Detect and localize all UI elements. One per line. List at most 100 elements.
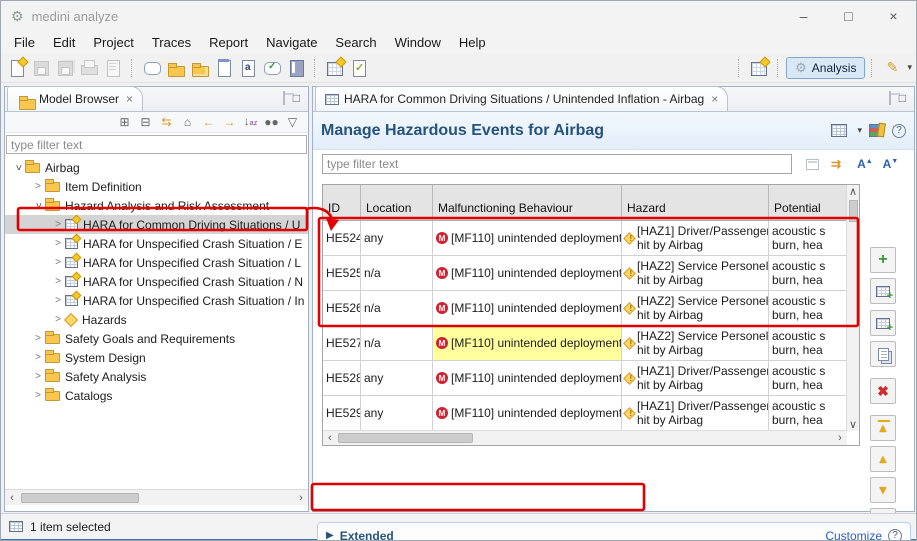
maximize-button[interactable]: □ [826, 1, 871, 31]
move-top-button[interactable]: ▲ [870, 415, 896, 441]
tree-expander-icon[interactable]: > [51, 219, 65, 230]
menu-window[interactable]: Window [386, 33, 450, 52]
tree-expander-icon[interactable]: > [31, 181, 45, 192]
tree-expander-icon[interactable]: > [51, 257, 65, 268]
checklist-button[interactable] [347, 56, 371, 80]
view-minimize-button[interactable] [283, 92, 285, 104]
menu-traces[interactable]: Traces [143, 33, 200, 52]
tree-expander-icon[interactable]: > [31, 390, 45, 401]
table-horizontal-scrollbar[interactable]: ‹ › [323, 430, 847, 445]
table-row[interactable]: HE529any[MF110] unintended deployment[HA… [323, 396, 859, 431]
table-filter-input[interactable] [322, 154, 792, 174]
editor-maximize-button[interactable]: □ [899, 91, 906, 105]
move-up-button[interactable]: ▲ [870, 446, 896, 472]
annotation-button[interactable] [236, 56, 260, 80]
new-button[interactable] [5, 56, 29, 80]
tree-item[interactable]: >HARA for Unspecified Crash Situation / … [5, 272, 308, 291]
back-icon[interactable]: ← [199, 113, 218, 132]
table-row[interactable]: HE525n/a[MF110] unintended deployment[HA… [323, 256, 859, 291]
menu-file[interactable]: File [5, 33, 44, 52]
report-books-icon[interactable] [869, 124, 885, 137]
model-browser-filter-input[interactable] [6, 135, 307, 154]
new-table-button[interactable] [323, 56, 347, 80]
model-browser-tab[interactable]: Model Browser × [7, 86, 143, 111]
expand-all-icon[interactable]: ⊞ [115, 113, 134, 132]
customize-link[interactable]: Customize [825, 529, 882, 541]
collapse-filter-icon[interactable] [806, 159, 819, 170]
tree-horizontal-scrollbar[interactable]: ‹ › [5, 489, 308, 505]
menu-report[interactable]: Report [200, 33, 257, 52]
add-row-below-button[interactable] [870, 310, 896, 336]
open-perspective-button[interactable] [747, 56, 771, 80]
menu-help[interactable]: Help [450, 33, 495, 52]
minimize-button[interactable]: – [781, 1, 826, 31]
pin-dropdown-caret-icon[interactable]: ▾ [907, 62, 912, 73]
table-row[interactable]: HE527n/a[MF110] unintended deployment[HA… [323, 326, 859, 361]
menu-navigate[interactable]: Navigate [257, 33, 326, 52]
view-menu-icon[interactable]: ▽ [283, 113, 302, 132]
view-maximize-button[interactable]: □ [293, 91, 300, 105]
link-with-editor-icon[interactable]: ⇆ [157, 113, 176, 132]
scroll-right-icon[interactable]: › [294, 492, 308, 504]
model-browser-tab-close-icon[interactable]: × [126, 92, 133, 106]
sort-icon[interactable]: ↓az [241, 112, 260, 133]
close-button[interactable]: × [871, 1, 916, 31]
scrollbar-thumb[interactable] [849, 200, 858, 222]
move-down-button[interactable]: ▼ [870, 477, 896, 503]
table-row[interactable]: HE524any[MF110] unintended deployment[HA… [323, 221, 859, 256]
tree-item[interactable]: >HARA for Common Driving Situations / U [5, 215, 308, 234]
editor-tab[interactable]: HARA for Common Driving Situations / Uni… [315, 86, 728, 111]
scroll-left-icon[interactable]: ‹ [323, 432, 337, 444]
scrollbar-thumb[interactable] [21, 493, 139, 503]
table-layout-icon[interactable] [831, 124, 847, 137]
extended-label[interactable]: Extended [340, 529, 394, 541]
delete-button[interactable]: ✖ [870, 378, 896, 404]
review-button[interactable] [260, 56, 284, 80]
column-header-id[interactable]: ID [323, 185, 361, 220]
tree-item[interactable]: >Item Definition [5, 177, 308, 196]
menu-edit[interactable]: Edit [44, 33, 84, 52]
editor-tab-close-icon[interactable]: × [711, 92, 718, 106]
column-header-hazard[interactable]: Hazard [622, 185, 769, 220]
tree-item[interactable]: >Safety Analysis [5, 367, 308, 386]
next-match-icon[interactable]: ⇉ [831, 157, 839, 171]
font-decrease-button[interactable]: A▼ [883, 157, 899, 171]
copy-button[interactable] [870, 341, 896, 367]
analysis-perspective-button[interactable]: ⚙ Analysis [786, 57, 865, 79]
scroll-right-icon[interactable]: › [833, 432, 847, 444]
scroll-up-icon[interactable]: ∧ [846, 185, 860, 198]
tree-item[interactable]: >Hazard Analysis and Risk Assessment [5, 196, 308, 215]
customize-help-icon[interactable] [888, 529, 902, 541]
tree-item[interactable]: >Catalogs [5, 386, 308, 405]
tree-expander-icon[interactable]: > [13, 161, 24, 175]
add-row-above-button[interactable] [870, 278, 896, 304]
tree-expander-icon[interactable]: > [33, 199, 44, 213]
column-header-malfunctioning-behaviour[interactable]: Malfunctioning Behaviour [433, 185, 622, 220]
tree-item[interactable]: >Safety Goals and Requirements [5, 329, 308, 348]
tree-expander-icon[interactable]: > [31, 333, 45, 344]
tree-expander-icon[interactable]: > [51, 276, 65, 287]
tree-expander-icon[interactable]: > [31, 371, 45, 382]
tree-item[interactable]: >Airbag [5, 158, 308, 177]
table-row[interactable]: HE528any[MF110] unintended deployment[HA… [323, 361, 859, 396]
scrollbar-thumb[interactable] [338, 433, 473, 443]
documentation-button[interactable] [284, 56, 308, 80]
scroll-left-icon[interactable]: ‹ [5, 492, 19, 504]
open-project-button[interactable] [164, 56, 188, 80]
tree-item[interactable]: >Hazards [5, 310, 308, 329]
scroll-down-icon[interactable]: ∨ [846, 418, 860, 431]
tree-expander-icon[interactable]: > [51, 238, 65, 249]
menu-dots-icon[interactable]: ●● [262, 113, 281, 132]
tree-item[interactable]: >HARA for Unspecified Crash Situation / … [5, 253, 308, 272]
collapse-all-icon[interactable]: ⊟ [136, 113, 155, 132]
column-header-potential[interactable]: Potential [769, 185, 848, 220]
add-button[interactable]: + [870, 247, 896, 273]
tree-expander-icon[interactable]: > [51, 295, 65, 306]
tree-item[interactable]: >HARA for Unspecified Crash Situation / … [5, 234, 308, 253]
menu-search[interactable]: Search [326, 33, 385, 52]
layout-dropdown-caret-icon[interactable]: ▾ [857, 125, 862, 136]
tree-item[interactable]: >System Design [5, 348, 308, 367]
comment-button[interactable] [140, 56, 164, 80]
notes-button[interactable] [212, 56, 236, 80]
home-icon[interactable]: ⌂ [178, 113, 197, 132]
